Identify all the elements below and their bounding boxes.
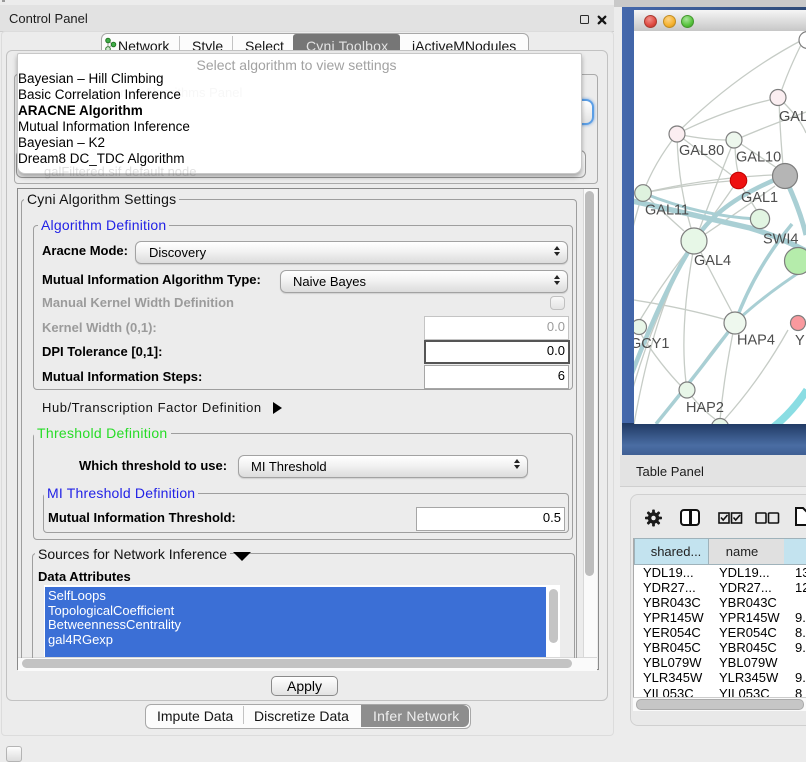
svg-text:GCY1: GCY1: [634, 336, 670, 352]
svg-text:GAL11: GAL11: [645, 203, 689, 219]
svg-text:GAL10: GAL10: [736, 150, 781, 166]
svg-text:GAL1: GAL1: [741, 190, 778, 206]
svg-text:Y: Y: [795, 333, 805, 349]
svg-text:GAL4: GAL4: [694, 253, 731, 269]
svg-text:GAL80: GAL80: [679, 143, 724, 159]
svg-text:HAP4: HAP4: [737, 333, 775, 349]
svg-text:GAL7: GAL7: [779, 109, 806, 125]
svg-text:HAP2: HAP2: [686, 400, 724, 416]
svg-text:SWI4: SWI4: [763, 232, 798, 248]
